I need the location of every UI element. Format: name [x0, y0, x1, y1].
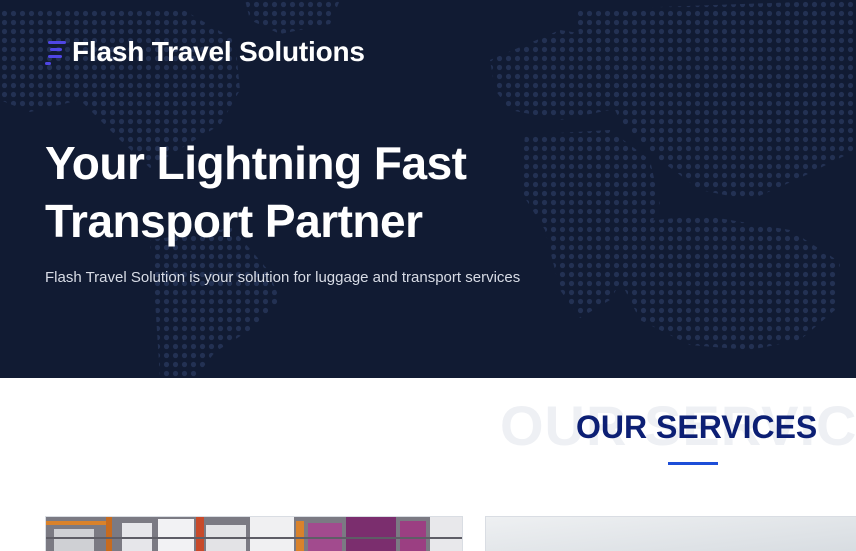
- sky-photo: [486, 517, 856, 551]
- service-card-sky[interactable]: [485, 516, 856, 551]
- hero-headline-line1: Your Lightning Fast: [45, 137, 467, 189]
- services-underline: [668, 462, 718, 465]
- service-card-warehouse[interactable]: [45, 516, 463, 551]
- hero-headline: Your Lightning Fast Transport Partner: [45, 134, 467, 250]
- hero-headline-line2: Transport Partner: [45, 195, 423, 247]
- brand-logo[interactable]: Flash Travel Solutions: [45, 36, 365, 68]
- brand-name: Flash Travel Solutions: [72, 36, 365, 67]
- hero-subtitle: Flash Travel Solution is your solution f…: [45, 269, 521, 286]
- speed-lines-icon: [45, 41, 66, 65]
- services-section: OUR SERVICES OUR SERVICES: [0, 378, 856, 551]
- services-title: OUR SERVICES: [576, 409, 818, 445]
- hero-section: Flash Travel Solutions Your Lightning Fa…: [0, 0, 856, 378]
- warehouse-shelves-photo: [46, 517, 462, 551]
